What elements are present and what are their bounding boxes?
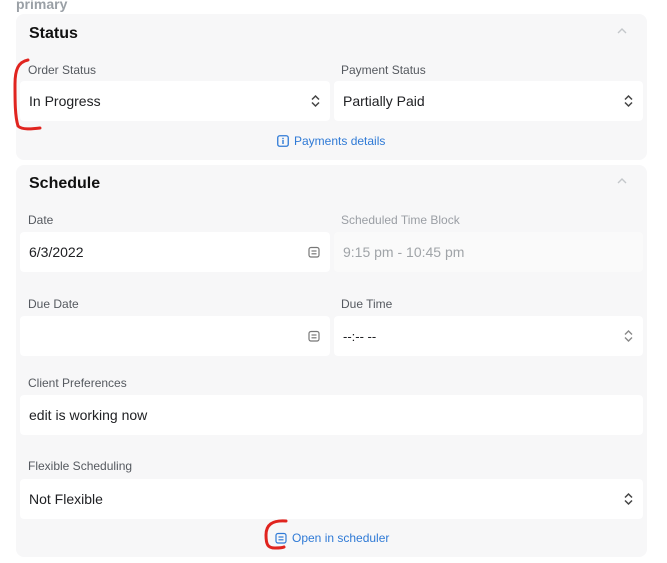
calendar-icon <box>275 532 287 544</box>
status-card: Status Order Status In Progress Payment … <box>16 14 647 160</box>
client-preferences-value: edit is working now <box>29 407 148 423</box>
due-time-input[interactable]: --:-- -- <box>334 316 643 356</box>
client-preferences-label: Client Preferences <box>28 376 127 390</box>
date-label: Date <box>28 213 54 227</box>
time-block-field: 9:15 pm - 10:45 pm <box>334 232 643 272</box>
payment-status-value: Partially Paid <box>343 93 425 109</box>
schedule-card: Schedule Date 6/3/2022 Scheduled Time Bl… <box>16 165 647 557</box>
open-in-scheduler-link[interactable]: Open in scheduler <box>275 531 389 545</box>
flexible-scheduling-select[interactable]: Not Flexible <box>20 479 643 519</box>
client-preferences-input[interactable]: edit is working now <box>20 395 643 435</box>
collapse-chevron-up-icon[interactable] <box>617 26 627 36</box>
select-arrows-icon <box>624 94 633 108</box>
flexible-scheduling-value: Not Flexible <box>29 491 103 507</box>
payment-status-select[interactable]: Partially Paid <box>334 81 643 121</box>
open-in-scheduler-label: Open in scheduler <box>292 531 390 545</box>
select-arrows-icon <box>311 94 320 108</box>
calendar-icon[interactable] <box>308 246 320 258</box>
order-status-value: In Progress <box>29 93 101 109</box>
section-label-primary: primary <box>16 0 68 12</box>
order-status-select[interactable]: In Progress <box>20 81 330 121</box>
payments-details-label: Payments details <box>294 134 386 148</box>
collapse-chevron-up-icon[interactable] <box>617 176 627 186</box>
due-time-value: --:-- -- <box>343 328 377 344</box>
time-block-value: 9:15 pm - 10:45 pm <box>343 244 465 260</box>
date-value: 6/3/2022 <box>29 244 84 260</box>
info-icon <box>277 135 289 147</box>
schedule-title: Schedule <box>29 175 101 192</box>
due-date-input[interactable] <box>20 316 330 356</box>
calendar-icon[interactable] <box>308 330 320 342</box>
flexible-scheduling-label: Flexible Scheduling <box>28 459 133 473</box>
due-time-label: Due Time <box>341 297 393 311</box>
select-arrows-icon <box>624 330 633 343</box>
date-input[interactable]: 6/3/2022 <box>20 232 330 272</box>
payments-details-link[interactable]: Payments details <box>277 134 385 148</box>
order-status-label: Order Status <box>28 63 97 77</box>
due-date-label: Due Date <box>28 297 79 311</box>
status-title: Status <box>29 25 78 42</box>
select-arrows-icon <box>624 492 633 506</box>
time-block-label: Scheduled Time Block <box>341 213 460 227</box>
payment-status-label: Payment Status <box>341 63 426 77</box>
